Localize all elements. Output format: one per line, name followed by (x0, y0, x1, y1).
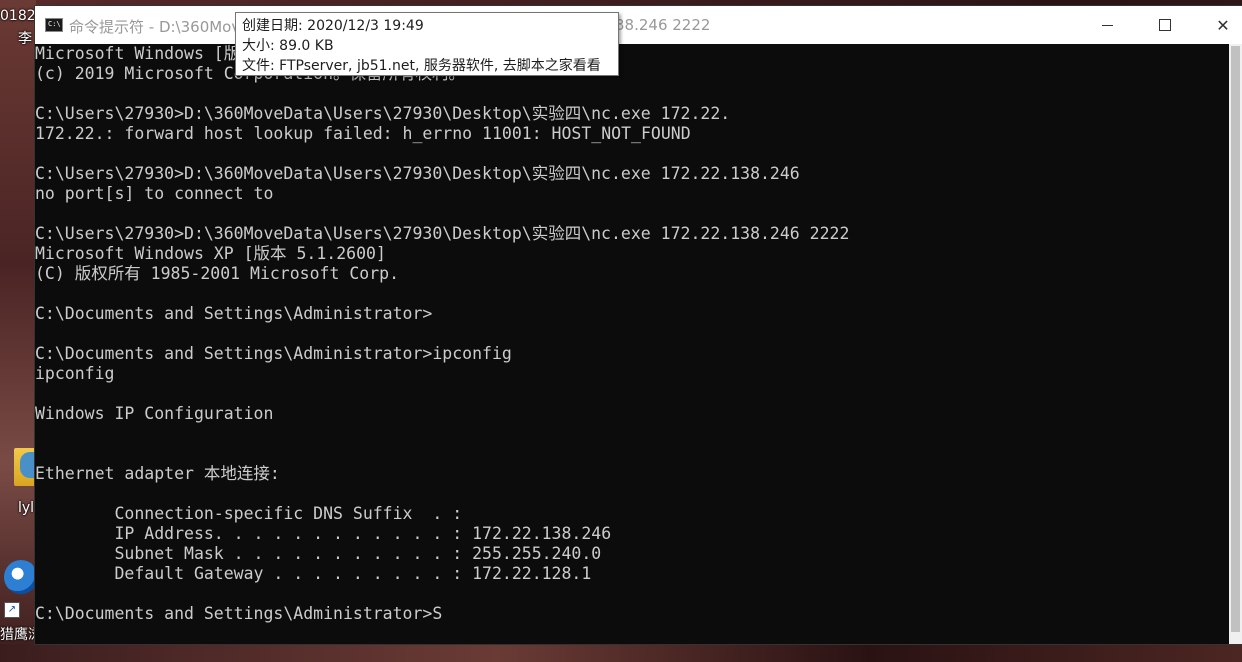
console-output[interactable]: Microsoft Windows [版 (c) 2019 Microsoft C… (35, 44, 1229, 644)
desktop-folder-label[interactable]: lyl (18, 500, 34, 516)
console-line: Windows IP Configuration (35, 404, 274, 423)
console-line: C:\Documents and Settings\Administrator>… (35, 344, 512, 363)
file-info-tooltip: 创建日期: 2020/12/3 19:49 大小: 89.0 KB 文件: FT… (235, 12, 619, 76)
command-prompt-window[interactable]: C:\ 命令提示符 - D:\360Move 38.246 2222 ✕ Mic… (35, 6, 1242, 644)
console-line: C:\Users\27930>D:\360MoveData\Users\2793… (35, 104, 731, 123)
close-button[interactable]: ✕ (1194, 6, 1242, 44)
desktop-bottom-strip (0, 644, 1242, 662)
tooltip-files: 文件: FTPserver, jb51.net, 服务器软件, 去脚本之家看看 (242, 58, 601, 74)
window-title: 命令提示符 - D:\360Move (69, 18, 250, 36)
console-line: IP Address. . . . . . . . . . . . : 172.… (35, 524, 612, 543)
desktop-background: 0182 李 lyl ↗ 猎鹰浏 (0, 0, 36, 662)
scrollbar-thumb[interactable] (1231, 46, 1240, 632)
console-line: C:\Documents and Settings\Administrator>… (35, 604, 443, 623)
maximize-button[interactable] (1136, 6, 1194, 44)
console-line: (C) 版权所有 1985-2001 Microsoft Corp. (35, 264, 400, 283)
minimize-button[interactable] (1078, 6, 1136, 44)
desktop-browser-label[interactable]: 猎鹰浏 (0, 624, 36, 644)
folder-icon[interactable] (12, 442, 36, 488)
console-line: 172.22.: forward host lookup failed: h_e… (35, 124, 691, 143)
tooltip-size: 大小: 89.0 KB (242, 38, 334, 54)
close-icon: ✕ (1216, 15, 1230, 35)
tooltip-created-date: 创建日期: 2020/12/3 19:49 (242, 18, 424, 34)
console-line: ipconfig (35, 364, 115, 383)
browser-icon[interactable] (4, 560, 36, 594)
window-title-tail: 38.246 2222 (615, 16, 711, 34)
console-line: Microsoft Windows XP [版本 5.1.2600] (35, 244, 386, 263)
folder-badge (20, 452, 36, 478)
shortcut-arrow-icon: ↗ (4, 602, 20, 618)
cmd-icon[interactable]: C:\ (45, 18, 63, 32)
maximize-icon (1159, 19, 1171, 31)
console-line: Microsoft Windows [版 (35, 44, 241, 63)
console-line: no port[s] to connect to (35, 184, 274, 203)
vertical-scrollbar[interactable] (1229, 44, 1242, 644)
minimize-icon (1101, 24, 1113, 26)
console-line: Ethernet adapter 本地连接: (35, 464, 280, 483)
console-line: Subnet Mask . . . . . . . . . . . : 255.… (35, 544, 602, 563)
desktop-label-top: 0182 (0, 8, 36, 24)
console-line: Connection-specific DNS Suffix . : (35, 504, 463, 523)
console-line: C:\Users\27930>D:\360MoveData\Users\2793… (35, 164, 800, 183)
console-line: Default Gateway . . . . . . . . . : 172.… (35, 564, 592, 583)
cmd-icon-label: C:\ (48, 20, 61, 28)
desktop-label-li: 李 (18, 31, 32, 47)
console-line: C:\Documents and Settings\Administrator> (35, 304, 433, 323)
title-bar[interactable]: C:\ 命令提示符 - D:\360Move 38.246 2222 ✕ (35, 6, 1242, 44)
console-line: C:\Users\27930>D:\360MoveData\Users\2793… (35, 224, 850, 243)
